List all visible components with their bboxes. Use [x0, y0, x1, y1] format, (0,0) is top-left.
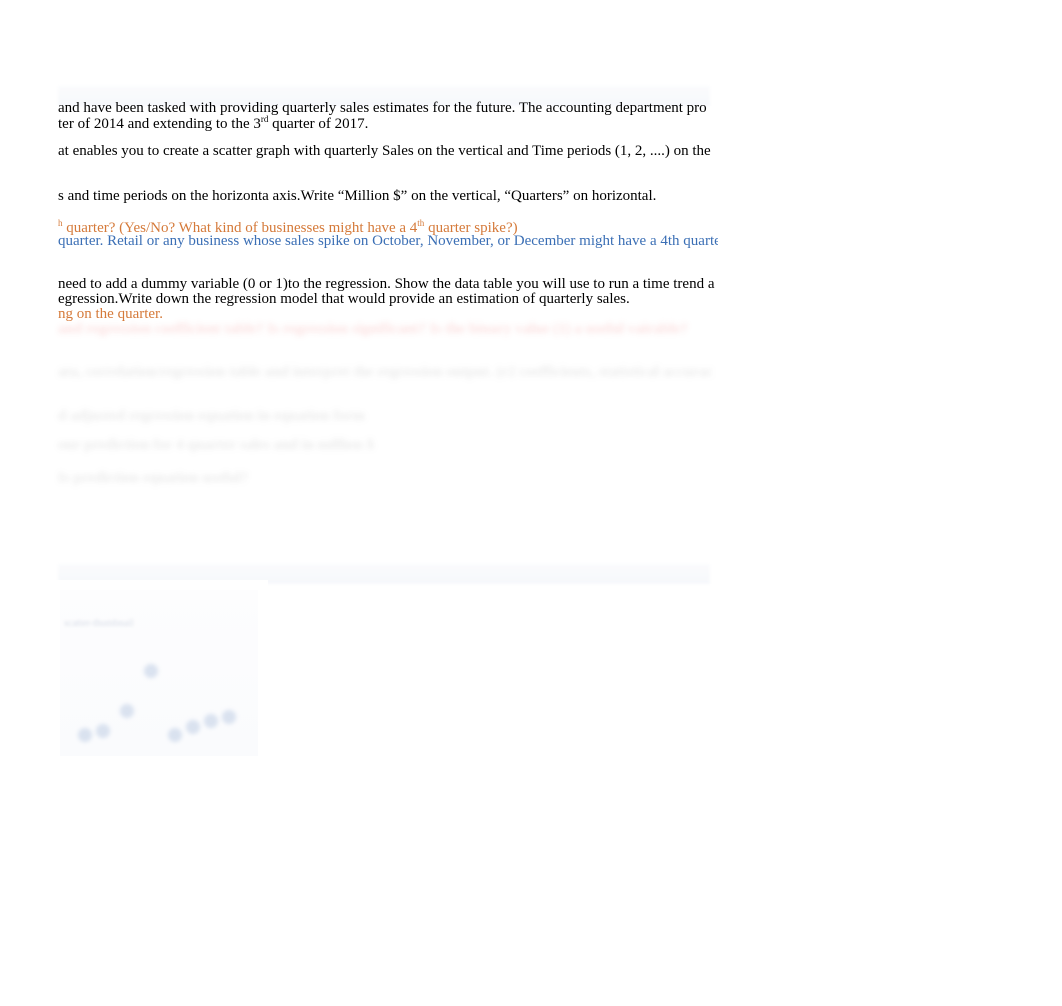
- attachment-thumbnail[interactable]: scatter-thumbnail: [50, 580, 268, 766]
- data-point: [168, 728, 182, 742]
- scatter-preview: scatter-thumbnail: [60, 590, 258, 756]
- data-point: [204, 714, 218, 728]
- obscured-text: ata, correlation/regression table and in…: [58, 364, 718, 381]
- obscured-text: d adjusted regression equation in equati…: [58, 408, 718, 425]
- text-fragment: ter of 2014 and extending to the 3: [58, 116, 261, 132]
- data-point: [120, 704, 134, 718]
- thumb-label: scatter-thumbnail: [64, 618, 134, 629]
- body-text: ter of 2014 and extending to the 3rd qua…: [58, 114, 718, 133]
- body-text: s and time periods on the horizonta axis…: [58, 188, 718, 205]
- obscured-text: our prediction for 4 quarter sales and i…: [58, 437, 718, 454]
- text-fragment: quarter of 2017.: [268, 116, 368, 132]
- data-point: [186, 720, 200, 734]
- answer-text: quarter. Retail or any business whose sa…: [58, 233, 718, 250]
- obscured-text: and regression coefficient table? Is reg…: [58, 321, 718, 338]
- obscured-text: Is prediction equation useful?: [58, 470, 718, 487]
- data-point: [96, 724, 110, 738]
- data-point: [144, 664, 158, 678]
- data-point: [78, 728, 92, 742]
- body-text: at enables you to create a scatter graph…: [58, 143, 718, 160]
- document-page: { "lines": { "l1": " and have been taske…: [0, 0, 1062, 1006]
- data-point: [222, 710, 236, 724]
